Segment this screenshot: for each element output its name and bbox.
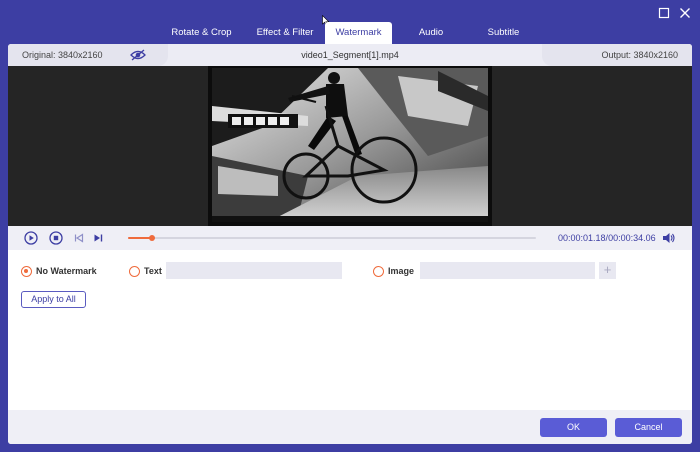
eye-hidden-icon[interactable] bbox=[130, 49, 146, 61]
text-watermark-option[interactable]: Text bbox=[129, 263, 162, 279]
image-watermark-label: Image bbox=[388, 266, 415, 276]
watermark-text-field[interactable] bbox=[166, 262, 342, 279]
video-preview bbox=[8, 66, 692, 226]
tab-rotate-crop[interactable]: Rotate & Crop bbox=[158, 22, 245, 44]
time-readout: 00:00:01.18/00:00:34.06 bbox=[558, 226, 656, 250]
text-watermark-label: Text bbox=[144, 266, 162, 276]
editor-panel: video1_Segment[1].mp4 Original: 3840x216… bbox=[8, 44, 692, 444]
total-time: 00:00:34.06 bbox=[608, 233, 656, 243]
stop-icon[interactable] bbox=[49, 231, 63, 245]
dialog-footer: OK Cancel bbox=[8, 410, 692, 444]
watermark-editor-window: Rotate & Crop Effect & Filter Watermark … bbox=[0, 0, 700, 452]
progress-bar[interactable] bbox=[128, 235, 536, 241]
tab-effect-filter[interactable]: Effect & Filter bbox=[245, 22, 325, 44]
video-frame bbox=[208, 66, 492, 226]
info-bar: video1_Segment[1].mp4 Original: 3840x216… bbox=[8, 44, 692, 66]
tab-bar: Rotate & Crop Effect & Filter Watermark … bbox=[158, 22, 537, 44]
current-time: 00:00:01.18 bbox=[558, 233, 606, 243]
no-watermark-option[interactable]: No Watermark bbox=[21, 263, 97, 279]
text-watermark-radio[interactable] bbox=[129, 265, 140, 277]
ok-button[interactable]: OK bbox=[540, 418, 607, 437]
tab-subtitle[interactable]: Subtitle bbox=[470, 22, 537, 44]
no-watermark-radio[interactable] bbox=[21, 265, 32, 277]
watermark-image-field[interactable] bbox=[420, 262, 595, 279]
volume-icon[interactable] bbox=[662, 232, 676, 244]
original-resolution-text: Original: 3840x2160 bbox=[22, 50, 103, 60]
add-image-button[interactable]: + bbox=[599, 262, 616, 279]
maximize-icon[interactable] bbox=[657, 6, 671, 20]
next-frame-icon[interactable] bbox=[91, 231, 105, 245]
apply-to-all-button[interactable]: Apply to All bbox=[21, 291, 86, 308]
progress-handle[interactable] bbox=[148, 235, 155, 241]
video-frame-image bbox=[212, 68, 488, 222]
image-watermark-option[interactable]: Image bbox=[373, 263, 414, 279]
output-resolution: Output: 3840x2160 bbox=[542, 44, 692, 66]
tab-watermark[interactable]: Watermark bbox=[325, 22, 392, 44]
original-resolution: Original: 3840x2160 bbox=[8, 44, 168, 66]
previous-frame-icon[interactable] bbox=[72, 231, 86, 245]
image-watermark-radio[interactable] bbox=[373, 265, 384, 277]
play-icon[interactable] bbox=[24, 231, 38, 245]
cancel-button[interactable]: Cancel bbox=[615, 418, 682, 437]
playback-controls: 00:00:01.18/00:00:34.06 bbox=[8, 226, 692, 250]
no-watermark-label: No Watermark bbox=[36, 266, 97, 276]
close-icon[interactable] bbox=[678, 6, 692, 20]
tab-audio[interactable]: Audio bbox=[392, 22, 470, 44]
